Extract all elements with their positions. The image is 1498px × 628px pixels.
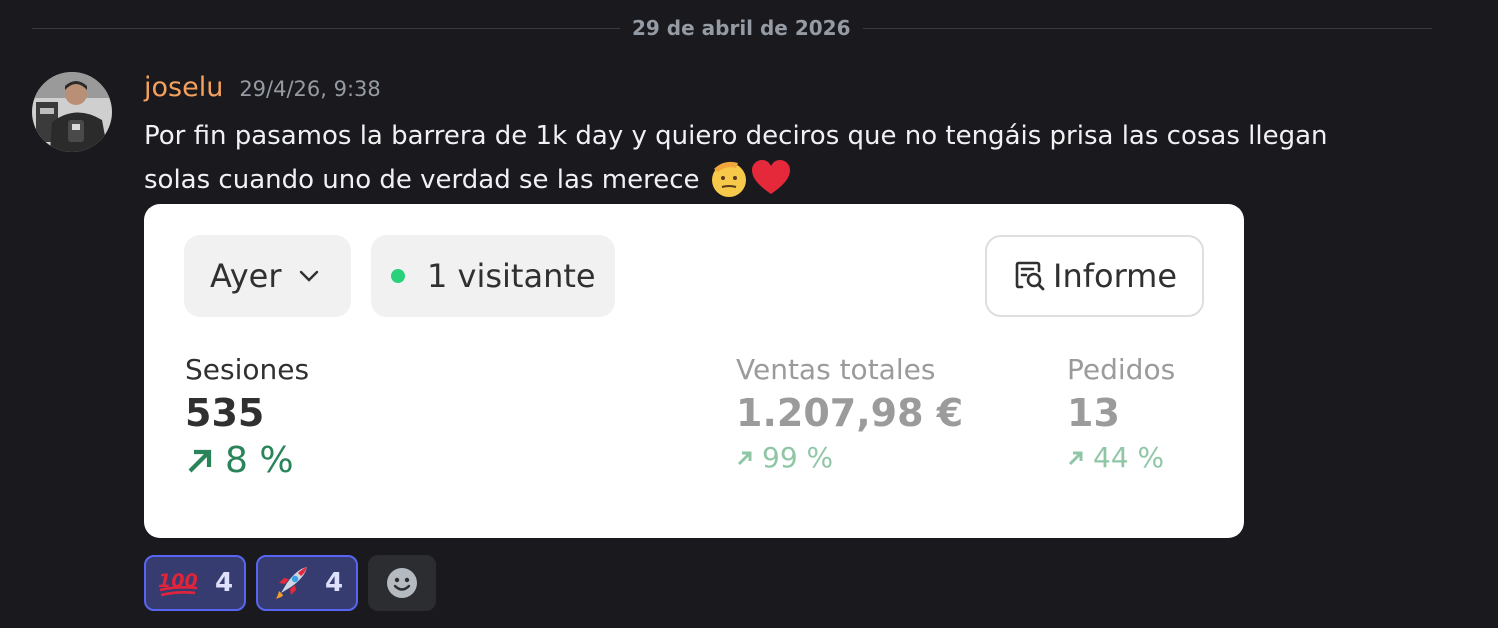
metric-sessions-value: 535 — [185, 391, 265, 435]
metric-orders-change-value: 44 % — [1093, 441, 1165, 474]
date-filter-label: Ayer — [210, 257, 282, 295]
live-visitors-badge[interactable]: 1 visitante — [371, 235, 615, 317]
metric-total-sales-change: 99 % — [736, 438, 963, 478]
chevron-down-icon — [299, 270, 318, 282]
message-line-2: solas cuando uno de verdad se las merece — [144, 158, 1374, 202]
reaction-rocket-count: 4 — [324, 568, 344, 598]
saluting-face-icon — [711, 161, 746, 197]
live-visitors-label: 1 visitante — [427, 257, 596, 295]
metric-orders-change: 44 % — [1067, 438, 1175, 478]
metric-sessions-label: Sesiones — [185, 353, 310, 386]
analytics-card-image[interactable]: Ayer 1 visitante Informe Sesiones 535 8 … — [144, 204, 1244, 538]
date-divider-label: 29 de abril de 2026 — [620, 14, 863, 42]
author-name[interactable]: joselu — [144, 72, 223, 103]
arrow-up-right-icon — [737, 451, 752, 466]
message-header: joselu 29/4/26, 9:38 — [144, 72, 381, 112]
metric-sessions-change-value: 8 % — [225, 440, 294, 481]
date-filter-button[interactable]: Ayer — [184, 235, 351, 317]
report-button[interactable]: Informe — [985, 235, 1204, 317]
reactions-bar: 100 4 4 — [144, 555, 436, 611]
report-search-icon — [1015, 261, 1045, 291]
hundred-points-icon: 100 — [158, 570, 198, 597]
add-reaction-button[interactable] — [368, 555, 436, 611]
message-content: Por fin pasamos la barrera de 1k day y q… — [144, 114, 1374, 202]
avatar-photo — [32, 72, 112, 152]
message-line-1: Por fin pasamos la barrera de 1k day y q… — [144, 121, 1328, 151]
metric-total-sales[interactable]: Ventas totales 1.207,98 € 99 % — [736, 352, 963, 478]
metric-total-sales-change-value: 99 % — [762, 441, 834, 474]
metric-total-sales-label: Ventas totales — [736, 353, 936, 386]
rocket-icon — [274, 567, 307, 599]
arrow-up-right-icon — [1068, 451, 1083, 466]
reaction-rocket[interactable]: 4 — [256, 555, 358, 611]
report-button-label: Informe — [1053, 257, 1178, 295]
message-line-2-text: solas cuando uno de verdad se las merece — [144, 165, 700, 195]
red-heart-icon — [751, 159, 790, 194]
reaction-hundred-points[interactable]: 100 4 — [144, 555, 246, 611]
metric-total-sales-value: 1.207,98 € — [736, 391, 964, 435]
arrow-up-right-icon — [188, 449, 212, 473]
metric-orders-value: 13 — [1067, 391, 1120, 435]
avatar[interactable] — [32, 72, 112, 152]
metric-sessions[interactable]: Sesiones 535 8 % — [185, 352, 309, 484]
add-reaction-icon — [387, 568, 417, 598]
reaction-hundred-points-count: 4 — [214, 568, 234, 598]
message-timestamp[interactable]: 29/4/26, 9:38 — [239, 77, 380, 101]
metric-orders[interactable]: Pedidos 13 44 % — [1067, 352, 1175, 478]
live-dot-icon — [391, 269, 405, 283]
metric-orders-label: Pedidos — [1067, 353, 1176, 386]
metric-sessions-change: 8 % — [185, 438, 309, 484]
